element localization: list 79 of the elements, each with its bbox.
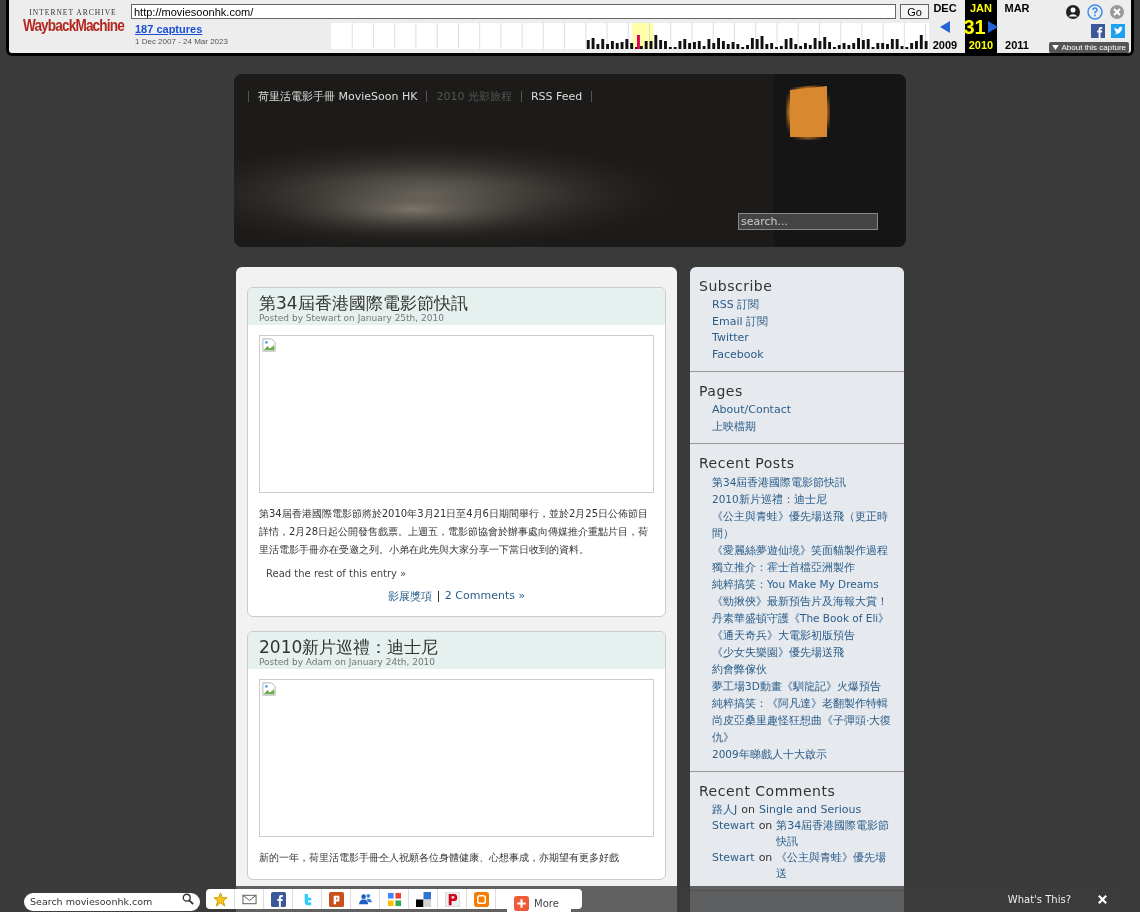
previous-arrow-icon[interactable] [939, 19, 951, 34]
comment-post-link[interactable]: Single and Serious [758, 802, 862, 818]
people-icon [357, 891, 373, 907]
comment-post-link[interactable]: 《公主與青蛙》優先場送 [776, 850, 895, 882]
sidebar-link[interactable]: 《勁揪俠》最新預告片及海報大賞！ [712, 593, 895, 610]
sidebar-link[interactable]: Email 訂閱 [712, 313, 895, 330]
more-button[interactable]: More [507, 893, 571, 912]
go-button[interactable]: Go [900, 4, 929, 19]
sidebar-link[interactable]: 夢工場3D動畫《馴龍記》火爆預告 [712, 678, 895, 695]
sidebar-link[interactable]: 2010新片巡禮：迪士尼 [712, 491, 895, 508]
sidebar-link[interactable]: Facebook [712, 346, 895, 363]
sidebar-link[interactable]: 《少女失樂園》優先場送飛 [712, 644, 895, 661]
nav-link[interactable]: RSS Feed [530, 90, 583, 103]
year-label: 2010 [968, 39, 994, 51]
help-icon[interactable] [1087, 4, 1103, 20]
comments-link[interactable]: 2 Comments » [444, 589, 526, 604]
capture-histogram[interactable] [330, 23, 929, 49]
site-search-field[interactable]: Search moviesoonhk.com [24, 892, 200, 911]
sidebar-link[interactable]: 純粹搞笑：You Make My Dreams [712, 576, 895, 593]
comment-author[interactable]: 路人J [712, 802, 738, 818]
whats-this-link[interactable]: What's This? [1007, 893, 1071, 905]
comment-on-text: on [741, 802, 755, 818]
url-field[interactable]: http://moviesoonhk.com/ [131, 4, 897, 19]
month-column[interactable]: DEC 2009 [929, 0, 961, 53]
sidebar-link[interactable]: 丹素華盛頓守護《The Book of Eli》 [712, 610, 895, 627]
comment-on-text: on [758, 818, 773, 834]
broken-image-icon [262, 338, 276, 352]
search-field[interactable]: search... [738, 213, 878, 230]
comment-author[interactable]: Stewart [712, 818, 755, 834]
captures-link[interactable]: 187 captures [135, 23, 325, 35]
section-heading: Recent Posts [699, 455, 796, 471]
broken-image-icon [262, 682, 276, 696]
star-icon [212, 891, 228, 907]
post-text: 新的一年，荷里活電影手冊仝人祝願各位身體健康、心想事成，亦期望有更多好戲 [259, 851, 620, 865]
nav-link[interactable]: 荷里活電影手冊 MovieSoon HK [258, 89, 418, 104]
letter-p-icon [444, 891, 460, 907]
year-label: 2009 [932, 39, 958, 51]
post-byline: Posted by Adam on January 24th, 2010 [259, 657, 437, 667]
sidebar-link[interactable]: 獨立推介：霍士首檔亞洲製作 [712, 559, 895, 576]
user-icon[interactable] [1065, 4, 1081, 20]
sidebar-link[interactable]: 《愛麗絲夢遊仙境》笑面貓製作過程 [712, 542, 895, 559]
color-blocks-icon [386, 891, 402, 907]
sidebar-link[interactable]: 《通天奇兵》大電影初版預告 [712, 627, 895, 644]
sidebar-link[interactable]: 上映檔期 [712, 418, 895, 435]
twitter-icon[interactable] [1111, 24, 1125, 38]
facebook-icon[interactable] [1091, 24, 1105, 38]
comment-on-text: on [758, 850, 773, 866]
month-column[interactable]: MAR 2011 [1001, 0, 1033, 53]
post-text: 第34屆香港國際電影節將於2010年3月21日至4月6日期間舉行，並於2月25日公佈節目詳情，2月28日起公開發售戲票。上週五，電影節協會於辦事處向傳媒推介重點片目，荷里活電影手冊亦在受邀之列。小弟在此先與大家分享一下當日收到的資料。 [259, 507, 650, 557]
next-arrow-icon[interactable] [986, 19, 999, 34]
month-label: JAN [970, 2, 992, 14]
sidebar-link[interactable]: 純粹搞笑：《阿凡達》老翻製作特輯 [712, 695, 895, 712]
comment-post-link[interactable]: 第34屆香港國際電影節快訊 [776, 818, 895, 850]
section-heading: Recent Comments [699, 783, 837, 799]
sidebar-link[interactable]: 尚皮亞桑里趣怪狂想曲《子彈頭·大復仇》 [712, 712, 895, 746]
sidebar-link[interactable]: RSS 訂閱 [712, 297, 895, 314]
sidebar-link[interactable]: 約會弊傢伙 [712, 661, 895, 678]
year-label: 2011 [1005, 39, 1029, 51]
comment-author[interactable]: Stewart [712, 850, 755, 866]
section-heading: Subscribe [699, 278, 774, 294]
sidebar-link[interactable]: 第34屆香港國際電影節快訊 [712, 474, 895, 491]
category-link[interactable]: 影展獎項 [387, 589, 432, 604]
sidebar-link[interactable]: Twitter [712, 330, 895, 347]
month-label: DEC [933, 2, 957, 14]
close-icon[interactable] [1097, 893, 1108, 905]
post-title[interactable]: 第34屆香港國際電影節快訊 [259, 293, 654, 313]
squares-icon [415, 891, 431, 907]
date-range: 1 Dec 2007 - 24 Mar 2023 [135, 37, 229, 46]
month-label: MAR [1004, 2, 1030, 14]
post-byline: Posted by Stewart on January 25th, 2010 [259, 313, 445, 323]
section-heading: Pages [699, 383, 744, 399]
sidebar-link[interactable]: 《公主與青蛙》優先場送飛（更正時間） [712, 508, 895, 542]
post-title[interactable]: 2010新片巡禮：迪士尼 [259, 637, 654, 657]
about-capture-button[interactable]: About this capture [1048, 42, 1129, 53]
caret-icon [1051, 45, 1059, 50]
plus-icon [514, 896, 529, 911]
sidebar-link[interactable]: 2009年睇戲人十大啟示 [712, 746, 895, 763]
search-icon [182, 893, 194, 905]
sidebar-link[interactable]: About/Contact [712, 402, 895, 419]
